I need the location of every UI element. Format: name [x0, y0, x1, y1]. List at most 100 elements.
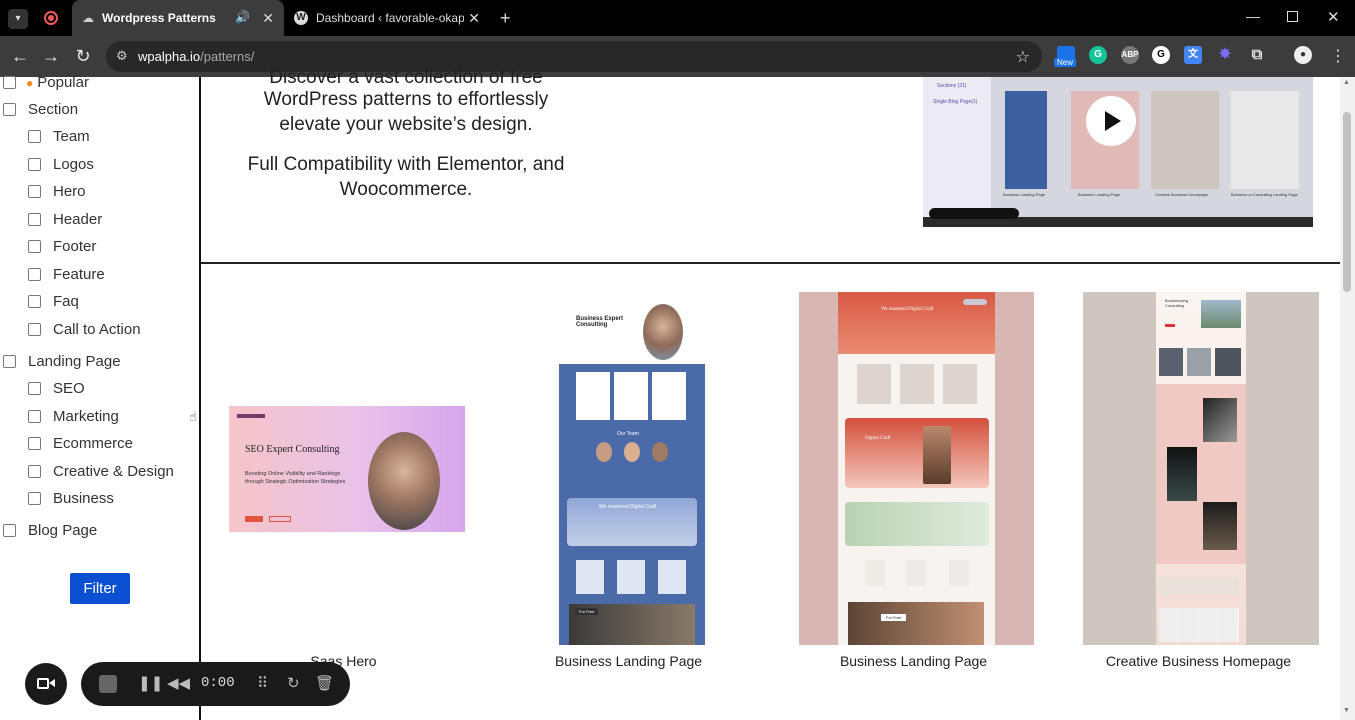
checkbox[interactable]: [28, 437, 41, 450]
back-icon[interactable]: ←: [8, 44, 32, 68]
filter-label: Popular: [37, 74, 89, 91]
forward-icon[interactable]: →: [39, 44, 63, 68]
close-tab-icon[interactable]: ✕: [262, 10, 274, 27]
filter-label: Header: [53, 211, 103, 228]
rewind-icon[interactable]: ◀◀: [167, 674, 190, 692]
thumb-footer-photo: [848, 602, 984, 645]
g-extension-icon[interactable]: G: [1152, 46, 1170, 64]
speaker-icon[interactable]: 🔊: [235, 10, 250, 24]
site-settings-icon[interactable]: ⚙: [116, 48, 128, 64]
checkbox[interactable]: [28, 213, 41, 226]
tab-wordpress-patterns[interactable]: ☁ Wordpress Patterns 🔊 ✕: [72, 0, 284, 36]
browser-toolbar: ← → ↻ ⚙ wpalpha.io/patterns/ ☆ New G ABP…: [0, 36, 1355, 77]
checkbox[interactable]: [28, 492, 41, 505]
translate-icon[interactable]: 文: [1184, 46, 1202, 64]
checkbox[interactable]: [28, 465, 41, 478]
close-tab-icon[interactable]: ✕: [468, 10, 480, 27]
pattern-caption[interactable]: Business Landing Page: [831, 653, 996, 669]
filter-header[interactable]: Header: [28, 211, 102, 228]
menu-kebab-icon[interactable]: ⋮: [1330, 46, 1346, 66]
checkbox[interactable]: [28, 158, 41, 171]
profile-avatar-icon[interactable]: ●: [1294, 46, 1312, 64]
filter-marketing[interactable]: Marketing: [28, 408, 119, 425]
pattern-thumb-saas-hero[interactable]: SEO Expert Consulting Boosting Online Vi…: [229, 406, 465, 532]
checkbox[interactable]: [28, 295, 41, 308]
filter-seo[interactable]: SEO: [28, 380, 85, 397]
checkbox[interactable]: [3, 524, 16, 537]
thumb-gallery: [1159, 578, 1239, 594]
restore-icon[interactable]: [1287, 11, 1298, 22]
pattern-caption[interactable]: Creative Business Homepage: [1101, 653, 1296, 669]
filter-team[interactable]: Team: [28, 128, 90, 145]
recording-timer: 0:00: [201, 675, 235, 691]
adblock-icon[interactable]: ABP: [1121, 46, 1139, 64]
filter-feature[interactable]: Feature: [28, 266, 105, 283]
close-window-icon[interactable]: ✕: [1327, 8, 1340, 26]
minimize-icon[interactable]: —: [1246, 8, 1260, 24]
thumb-photo: [1159, 348, 1183, 376]
thumb-woman-photo: [923, 426, 951, 484]
filter-call-to-action[interactable]: Call to Action: [28, 321, 141, 338]
trash-icon[interactable]: 🗑: [315, 674, 334, 692]
pattern-thumb-creative-business[interactable]: Bookkeeping Consulting: [1083, 292, 1319, 645]
checkbox[interactable]: [28, 130, 41, 143]
video-thumb: [1231, 91, 1299, 189]
thumb-service: [865, 560, 885, 586]
pattern-caption[interactable]: Business Landing Page: [546, 653, 711, 669]
grammarly-icon[interactable]: G: [1089, 46, 1107, 64]
checkbox[interactable]: [3, 103, 16, 116]
section-divider: [201, 262, 1340, 264]
scroll-down-icon[interactable]: ▼: [1343, 707, 1350, 714]
filter-hero[interactable]: Hero: [28, 183, 86, 200]
thumb-cta: [1165, 324, 1175, 327]
intro-video[interactable]: Sections (21) Single Blog Page(1) Busine…: [923, 77, 1313, 227]
checkbox[interactable]: [3, 76, 16, 89]
filter-blog-page[interactable]: Blog Page: [3, 522, 97, 539]
thumb-craft-band: [845, 418, 989, 488]
thumb-service: [658, 560, 686, 594]
video-controls[interactable]: [929, 208, 1019, 219]
camera-toggle-button[interactable]: [25, 663, 67, 705]
filter-landing-page[interactable]: Landing Page: [3, 353, 121, 370]
checkbox[interactable]: [28, 268, 41, 281]
checkbox[interactable]: [28, 240, 41, 253]
filter-faq[interactable]: Faq: [28, 293, 79, 310]
pause-icon[interactable]: ❚❚: [138, 674, 163, 692]
pattern-thumb-business-landing-1[interactable]: Business Expert Consulting Our Team We m…: [559, 292, 705, 645]
scrollbar-thumb[interactable]: [1343, 112, 1351, 292]
filter-label: SEO: [53, 380, 85, 397]
tab-dashboard[interactable]: W Dashboard ‹ favorable-okapi-2 ✕: [284, 0, 490, 36]
filter-logos[interactable]: Logos: [28, 156, 94, 173]
filter-creative-design[interactable]: Creative & Design: [28, 463, 174, 480]
thumb-title: SEO Expert Consulting: [245, 444, 340, 455]
extensions-puzzle-icon[interactable]: ⧉: [1248, 46, 1266, 64]
bookmark-star-icon[interactable]: ☆: [1016, 47, 1030, 67]
filter-label: Marketing: [53, 408, 119, 425]
filter-button[interactable]: Filter: [70, 573, 130, 604]
filter-section[interactable]: Section: [3, 101, 78, 118]
checkbox[interactable]: [28, 382, 41, 395]
pattern-thumb-business-landing-2[interactable]: We mastered Digital Craft Digital Craft …: [799, 292, 1034, 645]
video-play-icon[interactable]: [1086, 96, 1136, 146]
stop-recording-button[interactable]: [99, 675, 117, 693]
thumb-title: Bookkeeping Consulting: [1165, 298, 1189, 308]
sparkle-extension-icon[interactable]: ✸: [1216, 46, 1234, 64]
filter-business[interactable]: Business: [28, 490, 114, 507]
page-scrollbar[interactable]: ▲ ▼: [1340, 77, 1355, 720]
checkbox[interactable]: [28, 323, 41, 336]
filter-label: Logos: [53, 156, 94, 173]
record-icon[interactable]: [44, 11, 58, 25]
drag-handle-icon[interactable]: ⠿: [257, 674, 268, 692]
checkbox[interactable]: [3, 355, 16, 368]
thumb-craft-heading: We mastered Digital Craft: [599, 504, 657, 510]
new-tab-icon[interactable]: +: [500, 8, 511, 29]
checkbox[interactable]: [28, 410, 41, 423]
tab-search-icon[interactable]: ▾: [8, 9, 28, 29]
reload-icon[interactable]: ↻: [71, 44, 95, 68]
restart-icon[interactable]: ↻: [287, 674, 300, 692]
filter-popular[interactable]: ● Popular: [3, 74, 89, 91]
scroll-up-icon[interactable]: ▲: [1343, 79, 1350, 86]
filter-ecommerce[interactable]: Ecommerce: [28, 435, 133, 452]
checkbox[interactable]: [28, 185, 41, 198]
filter-footer[interactable]: Footer: [28, 238, 96, 255]
